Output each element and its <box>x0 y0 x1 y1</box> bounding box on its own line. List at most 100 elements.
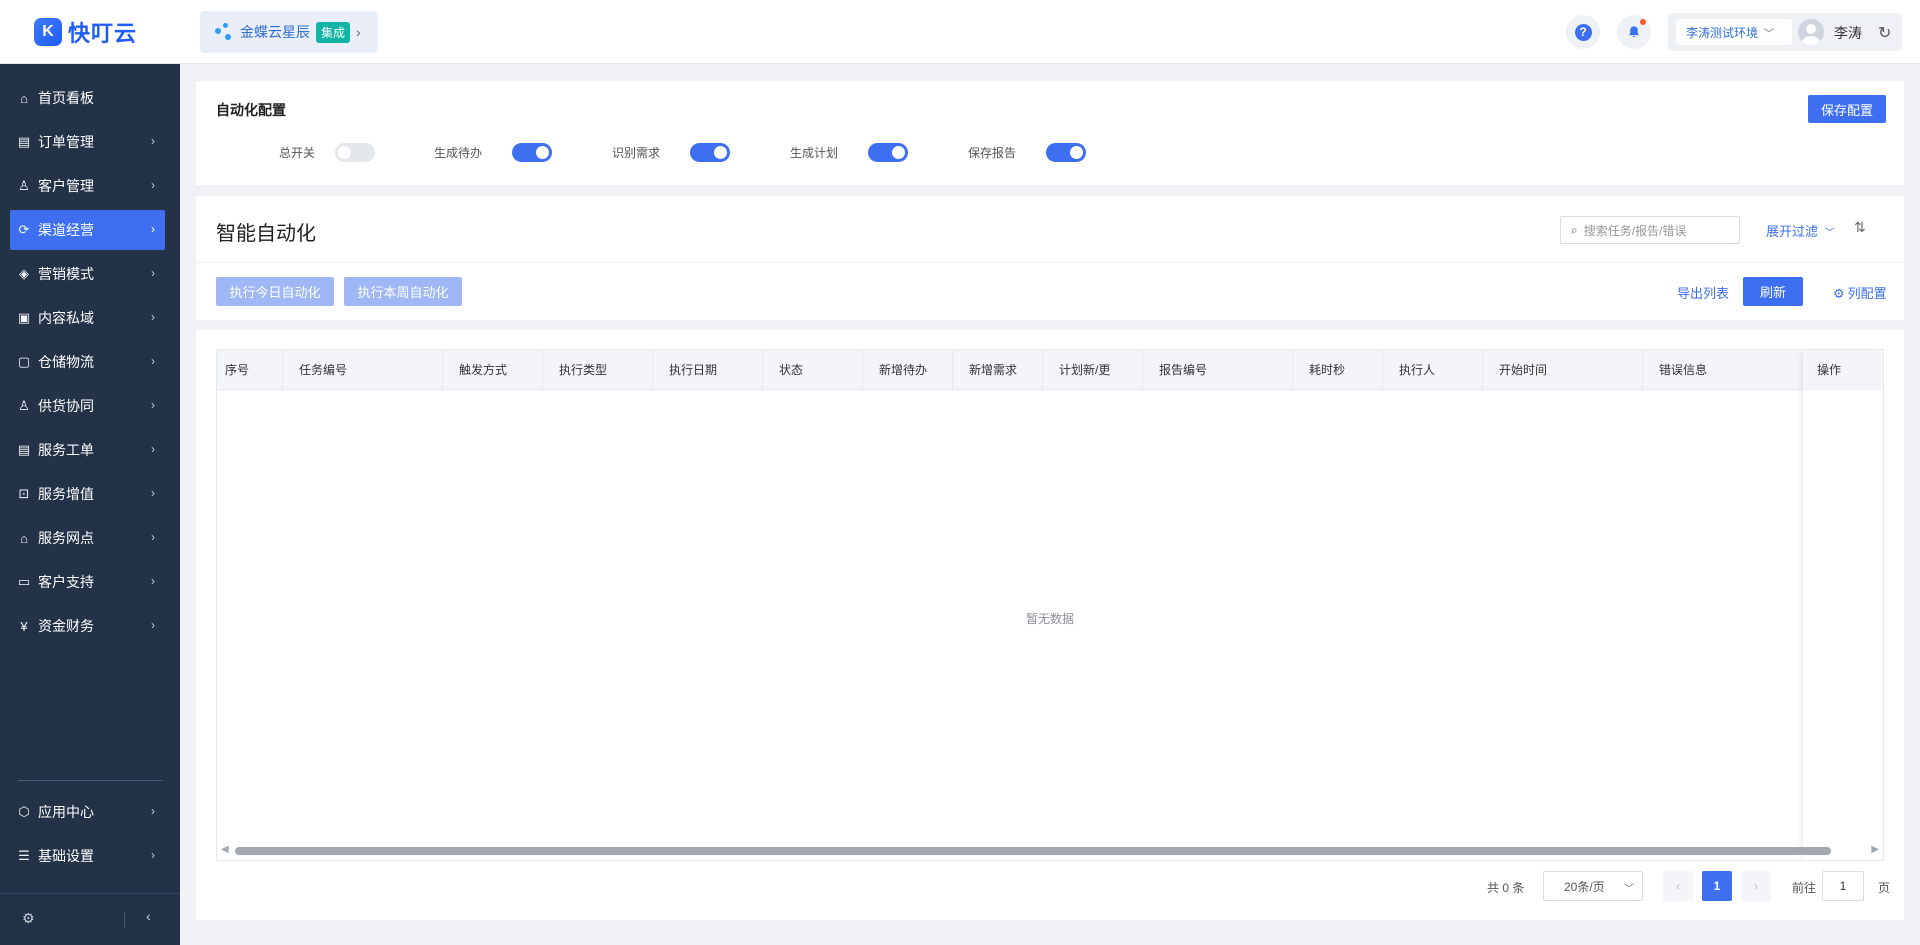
toolbar-gap <box>196 320 1904 330</box>
refresh-button[interactable]: 刷新 <box>1743 277 1803 306</box>
sidebar-item-label: 仓储物流 <box>38 354 94 370</box>
table-header-cell[interactable]: 报告编号 <box>1143 350 1293 390</box>
search-input[interactable]: ⌕ 搜索任务/报告/错误 <box>1560 216 1740 244</box>
table-header-cell[interactable]: 执行人 <box>1383 350 1483 390</box>
yen-icon: ¥ <box>20 618 28 634</box>
table-header-cell[interactable]: 任务编号 <box>283 350 443 390</box>
refresh-icon[interactable]: ↻ <box>1878 23 1891 43</box>
chevron-right-icon: › <box>151 618 155 632</box>
run-today-button[interactable]: 执行今日自动化 <box>216 277 334 306</box>
gear-icon[interactable]: ⚙ <box>22 910 35 927</box>
sort-icon[interactable]: ⇅ <box>1854 219 1866 236</box>
user-area: 李涛测试环境 ﹀ 李涛 ↻ <box>1668 13 1902 51</box>
toggle-label-master: 总开关 <box>278 146 315 160</box>
brand-logo[interactable]: K 快叮云 <box>0 0 180 64</box>
expand-filter-label: 展开过滤 <box>1766 224 1819 239</box>
chevron-right-icon: › <box>151 354 155 368</box>
table-header-cell[interactable]: 开始时间 <box>1483 350 1643 390</box>
collapse-sidebar-icon[interactable]: ‹ <box>146 908 151 924</box>
toggle-label-todo: 生成待办 <box>433 146 482 160</box>
chevron-right-icon: › <box>1754 879 1758 893</box>
save-config-button[interactable]: 保存配置 <box>1808 95 1886 123</box>
generate-todo-toggle[interactable] <box>512 143 552 162</box>
chevron-right-icon: › <box>151 442 155 456</box>
chevron-right-icon: › <box>356 24 361 40</box>
sidebar-item-finance[interactable]: ¥ 资金财务 › <box>10 606 165 646</box>
sidebar-item-app-center[interactable]: ⬡ 应用中心 › <box>10 792 165 832</box>
column-config-button[interactable]: ⚙ 列配置 <box>1833 283 1887 302</box>
fixed-action-column: 操作 <box>1803 350 1883 860</box>
sidebar-divider <box>18 780 163 781</box>
sidebar-item-home[interactable]: ⌂ 首页看板 <box>10 78 165 118</box>
table-header-cell[interactable]: 计划新/更 <box>1043 350 1143 390</box>
chevron-down-icon: ﹀ <box>1824 228 1835 239</box>
expand-filter-button[interactable]: 展开过滤 ﹀ <box>1766 221 1835 240</box>
table-header-cell[interactable]: 错误信息 <box>1643 350 1803 390</box>
chevron-right-icon: › <box>151 134 155 148</box>
export-list-link[interactable]: 导出列表 <box>1677 283 1729 302</box>
horizontal-scrollbar[interactable]: ◀ ▶ <box>217 842 1883 858</box>
table-header-cell[interactable]: 序号 <box>217 350 283 390</box>
master-switch-toggle[interactable] <box>335 143 375 162</box>
table-header-cell[interactable]: 新增需求 <box>953 350 1043 390</box>
sidebar-item-label: 客户支持 <box>38 574 94 590</box>
sidebar-item-value-added[interactable]: ⊡ 服务增值 › <box>10 474 165 514</box>
page-number-button[interactable]: 1 <box>1702 871 1732 901</box>
sidebar-item-settings[interactable]: ☰ 基础设置 › <box>10 836 165 876</box>
table-header-cell[interactable]: 执行日期 <box>653 350 763 390</box>
sidebar-item-supply[interactable]: ♙ 供货协同 › <box>10 386 165 426</box>
save-report-toggle[interactable] <box>1046 143 1086 162</box>
prev-page-button[interactable]: ‹ <box>1663 871 1693 901</box>
table-header-cell[interactable]: 执行类型 <box>543 350 653 390</box>
goto-page-input[interactable]: 1 <box>1822 871 1864 901</box>
search-icon: ⌕ <box>1571 222 1578 237</box>
sidebar-item-service-ticket[interactable]: ▤ 服务工单 › <box>10 430 165 470</box>
help-button[interactable]: ? <box>1566 15 1600 49</box>
sidebar-item-label: 基础设置 <box>38 848 94 864</box>
next-page-button[interactable]: › <box>1741 871 1771 901</box>
scroll-left-icon[interactable]: ◀ <box>221 844 229 855</box>
warehouse-icon: ▢ <box>17 354 31 369</box>
scrollbar-thumb[interactable] <box>235 847 1831 855</box>
notification-button[interactable] <box>1617 15 1651 49</box>
sidebar-item-marketing[interactable]: ◈ 营销模式 › <box>10 254 165 294</box>
store-icon: ⌂ <box>20 530 28 546</box>
search-placeholder: 搜索任务/报告/错误 <box>1583 223 1687 238</box>
sidebar-item-support[interactable]: ▭ 客户支持 › <box>10 562 165 602</box>
sliders-icon: ☰ <box>18 848 30 863</box>
table-header-cell[interactable]: 状态 <box>763 350 863 390</box>
table-header-cell[interactable]: 耗时秒 <box>1293 350 1383 390</box>
toggle-label-demand: 识别需求 <box>611 146 660 160</box>
sidebar-item-customers[interactable]: ♙ 客户管理 › <box>10 166 165 206</box>
sidebar-item-warehouse[interactable]: ▢ 仓储物流 › <box>10 342 165 382</box>
product-name: 金蝶云星辰 <box>240 24 310 40</box>
user-icon: ♙ <box>18 178 30 193</box>
avatar[interactable] <box>1798 19 1824 45</box>
table-header-cell[interactable]: 新增待办 <box>863 350 953 390</box>
table-header-cell[interactable]: 触发方式 <box>443 350 543 390</box>
identify-demand-toggle[interactable] <box>690 143 730 162</box>
page-size-value: 20条/页 <box>1564 879 1605 894</box>
gear-icon: ⚙ <box>1833 286 1845 301</box>
chevron-right-icon: › <box>151 574 155 588</box>
environment-select[interactable]: 李涛测试环境 ﹀ <box>1676 19 1792 45</box>
ticket-icon: ▤ <box>17 442 31 457</box>
generate-plan-toggle[interactable] <box>868 143 908 162</box>
toggle-label-report: 保存报告 <box>967 146 1016 160</box>
automation-config-card: 自动化配置 保存配置 总开关 生成待办 识别需求 生成计划 保存报告 <box>196 81 1904 185</box>
sidebar-item-outlets[interactable]: ⌂ 服务网点 › <box>10 518 165 558</box>
sidebar-item-orders[interactable]: ▤ 订单管理 › <box>10 122 165 162</box>
image-icon: ▣ <box>17 310 31 325</box>
scroll-right-icon[interactable]: ▶ <box>1871 844 1879 855</box>
environment-value: 李涛测试环境 <box>1686 25 1759 40</box>
chevron-right-icon: › <box>151 530 155 544</box>
sidebar-item-content[interactable]: ▣ 内容私域 › <box>10 298 165 338</box>
sidebar-item-channel[interactable]: ⟳ 渠道经营 › <box>10 210 165 250</box>
user-name[interactable]: 李涛 <box>1834 23 1862 43</box>
chevron-down-icon: ﹀ <box>1624 884 1634 895</box>
page-size-select[interactable]: 20条/页 ﹀ <box>1543 871 1643 901</box>
product-switcher[interactable]: 金蝶云星辰 集成 › <box>200 11 378 53</box>
sidebar-item-label: 服务网点 <box>38 530 94 546</box>
logo-mark-icon: K <box>34 18 62 46</box>
run-week-button[interactable]: 执行本周自动化 <box>344 277 462 306</box>
